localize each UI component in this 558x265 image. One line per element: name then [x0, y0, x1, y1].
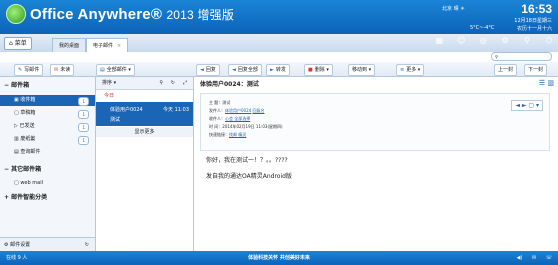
reply-all-button[interactable]: ◄ 回复全部 — [228, 64, 262, 76]
slogan: 体验科技关怀 共创美好未来 — [248, 255, 310, 261]
meta-from: 发件人：体验用户0024 回复名 — [209, 108, 265, 113]
mail-time: 今天 11:03 — [163, 107, 189, 113]
all-mail-dropdown[interactable]: ▤ 全部邮件 ▾ — [96, 64, 135, 76]
support-icon[interactable]: ◎ — [478, 36, 488, 46]
refresh-icon[interactable]: ↻ — [171, 77, 175, 90]
tab-email[interactable]: 电子邮件 × — [86, 38, 129, 53]
reply-all-icon: ◄ — [232, 67, 236, 73]
chat-icon[interactable]: ☏ — [546, 255, 552, 261]
sort-dropdown[interactable]: 排序 ▾ — [102, 80, 116, 86]
meta-time: 时 间：2014年02月19日 11:03(星期四) — [209, 124, 283, 129]
sidebar-item-search[interactable]: ▤ 查询邮件 — [0, 147, 95, 158]
app-title: Office Anywhere® 2013 增强版 — [30, 6, 235, 23]
more-dropdown[interactable]: ≡ 更多 ▾ — [396, 64, 425, 76]
section-smart-sort[interactable]: + 邮件智能分类 — [0, 193, 95, 203]
meta-subject: 主 题：测试 — [209, 100, 231, 105]
gear-icon[interactable]: ⚙ — [500, 36, 510, 46]
reading-pane: 体验用户0024：测试 ☰ ▥ 主 题：测试 发件人：体验用户0024 回复名 … — [194, 77, 558, 251]
top-banner: Office Anywhere® 2013 增强版 北京 晴 ☀ 16:53 1… — [0, 0, 558, 34]
sidebar-item-sent[interactable]: ▷ 已发送 1 — [0, 121, 95, 132]
clock-date: 12月18日星期三 — [514, 18, 552, 24]
sound-icon[interactable]: ◀) — [517, 255, 523, 261]
expand-icon[interactable]: ⤢ — [183, 77, 187, 90]
system-icons: ▦ ☺ ◎ ⚙ ⚲ ⏻ — [424, 36, 554, 50]
mail-list: 排序 ▾ ⚲ ↻ ⤢ 今日 体验用户0024 今天 11:03 测试 显示更多 — [96, 77, 194, 251]
message-icon[interactable]: ✉ — [532, 255, 536, 261]
temperature: 5°C~-4°C — [470, 25, 495, 31]
search-icon: ⚲ — [495, 54, 498, 59]
count-badge: 1 — [78, 136, 89, 145]
status-icons: ◀) ✉ ☏ — [509, 251, 552, 265]
grid-icon[interactable]: ▦ — [434, 36, 444, 46]
reply-button[interactable]: ◄ 回复 — [196, 64, 220, 76]
app-version: 2013 增强版 — [166, 8, 235, 22]
search-row: ⚲ — [0, 52, 558, 61]
close-icon[interactable]: × — [117, 43, 121, 49]
list-header: 排序 ▾ ⚲ ↻ ⤢ — [96, 77, 193, 90]
mail-subject: 测试 — [110, 117, 121, 123]
pen-icon: ✎ — [18, 67, 23, 73]
mail-nav-buttons[interactable]: ◄ ► ▢ ▾ — [511, 100, 543, 111]
refresh-icon[interactable]: ↻ — [85, 238, 89, 252]
count-badge: 1 — [78, 123, 89, 132]
mail-sender: 体验用户0024 — [110, 107, 143, 113]
clock-panel: 北京 晴 ☀ 16:53 12月18日星期三 5°C~-4°C 农历十一月十六 — [442, 2, 552, 32]
forward-icon: ► — [270, 67, 274, 73]
section-other-mailboxes[interactable]: − 其它邮件箱 — [0, 165, 95, 175]
pin-icon[interactable]: ⚲ — [522, 36, 532, 46]
clock-time: 16:53 — [521, 2, 552, 16]
forward-button[interactable]: ► 转发 — [266, 64, 290, 76]
meta-to: 收件人：心会 全部选择 — [209, 116, 251, 121]
sidebar-item-webmail[interactable]: ▢ web mail — [0, 178, 95, 189]
trash-icon: ■ — [308, 67, 313, 73]
count-badge: 1 — [78, 110, 89, 119]
compose-button[interactable]: ✎ 写邮件 — [14, 64, 44, 76]
search-icon[interactable]: ⚲ — [159, 77, 163, 90]
power-icon[interactable]: ⏻ — [544, 36, 554, 46]
delete-button[interactable]: ■ 删除 ▾ — [304, 64, 333, 76]
mail-body-line-1: 你好，我在测试一！？。。???? — [206, 157, 288, 164]
tab-bar: ⌂ 菜单 我的桌面 电子邮件 × ▦ ☺ ◎ ⚙ ⚲ ⏻ — [0, 34, 558, 53]
mail-title: 体验用户0024：测试 — [200, 81, 259, 88]
move-to-dropdown[interactable]: 移动到 ▾ — [348, 64, 376, 76]
mail-body-line-2: 发自我的通达OA精灵Android版 — [206, 173, 292, 180]
mail-header: 主 题：测试 发件人：体验用户0024 回复名 收件人：心会 全部选择 时 间：… — [200, 93, 550, 151]
sidebar-item-inbox[interactable]: ▣ 收件箱 1 — [0, 95, 95, 106]
sidebar: − 邮件箱 ▣ 收件箱 1 ▢ 草稿箱 1 ▷ 已发送 1 ▥ 废纸篓 1 ▤ 查询邮件… — [0, 77, 96, 251]
sidebar-item-trash[interactable]: ▥ 废纸篓 1 — [0, 134, 95, 145]
prev-mail-button[interactable]: 上一封 — [494, 64, 518, 76]
group-today: 今日 — [104, 93, 115, 99]
section-mailboxes[interactable]: − 邮件箱 — [0, 81, 95, 91]
list-icon: ▤ — [100, 67, 105, 73]
app-name: Office Anywhere — [30, 6, 151, 23]
reply-icon: ◄ — [200, 67, 204, 73]
tab-desktop[interactable]: 我的桌面 — [52, 38, 87, 53]
mail-settings-button[interactable]: ⚙ 邮件设置 ↻ — [0, 237, 95, 251]
sidebar-item-drafts[interactable]: ▢ 草稿箱 1 — [0, 108, 95, 119]
lunar-date: 农历十一月十六 — [516, 26, 552, 32]
count-badge: 1 — [78, 97, 89, 106]
mail-toolbar: ✎ 写邮件 ✉ 未读 ▤ 全部邮件 ▾ ◄ 回复 ◄ 回复全部 ► 转发 ■ 删除 ▾ 移动到… — [0, 62, 558, 77]
weather-text: 北京 晴 ☀ — [442, 6, 465, 12]
next-mail-button[interactable]: 下一封 — [524, 64, 548, 76]
meta-quicklinks: 快速链接：找邮 精灵 — [209, 132, 247, 137]
menu-button[interactable]: ⌂ 菜单 — [4, 37, 32, 50]
view-toggle[interactable]: ☰ ▥ — [539, 79, 554, 87]
app-logo — [6, 4, 26, 24]
list-item[interactable]: 体验用户0024 今天 11:03 测试 — [96, 102, 193, 126]
envelope-icon: ✉ — [54, 67, 59, 73]
menu-icon: ≡ — [400, 67, 405, 73]
unread-button[interactable]: ✉ 未读 — [50, 64, 75, 76]
search-input[interactable]: ⚲ — [491, 52, 552, 61]
show-more-button[interactable]: 显示更多 — [96, 127, 193, 137]
users-icon[interactable]: ☺ — [456, 36, 466, 46]
status-bar: 在线 9 人 体验科技关怀 共创美好未来 ◀) ✉ ☏ — [0, 251, 558, 265]
